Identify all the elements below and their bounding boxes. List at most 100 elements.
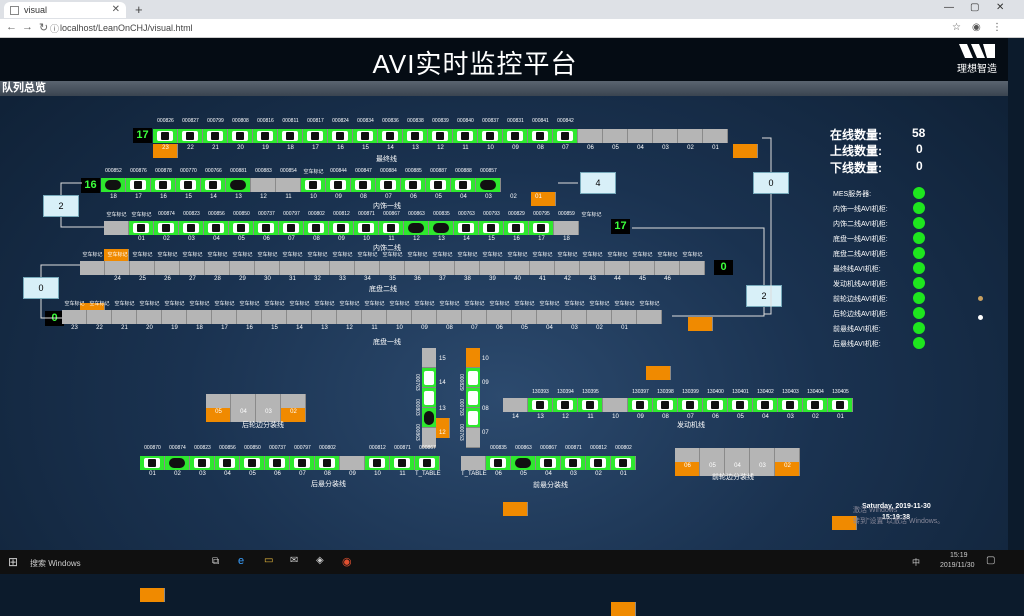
station-cell[interactable] [279,221,304,235]
menu-icon[interactable]: ⋮ [992,22,1002,33]
station-cell[interactable] [176,178,201,192]
station-cell[interactable] [630,261,655,275]
mail-icon[interactable]: ✉ [290,555,298,566]
station-cell[interactable] [562,310,587,324]
station-cell[interactable] [151,178,176,192]
station-cell[interactable] [605,261,630,275]
station-cell[interactable] [162,310,187,324]
station-cell[interactable] [101,178,126,192]
station-cell[interactable] [403,129,428,143]
station-cell[interactable] [466,388,480,408]
station-cell[interactable] [422,408,436,428]
station-cell[interactable] [304,221,329,235]
station-cell[interactable] [553,398,578,412]
station-cell[interactable] [451,178,476,192]
station-cell[interactable] [637,310,662,324]
station-cell[interactable] [255,261,280,275]
station-cell[interactable] [230,261,255,275]
forward-icon[interactable]: → [22,21,33,33]
station-cell[interactable] [229,221,254,235]
maximize-button[interactable]: ▢ [970,2,979,13]
station-cell[interactable] [504,221,529,235]
station-cell[interactable] [678,398,703,412]
station-cell[interactable] [179,221,204,235]
station-cell[interactable] [675,448,700,462]
station-cell[interactable] [265,456,290,470]
station-cell[interactable] [205,261,230,275]
station-cell[interactable] [253,129,278,143]
station-cell[interactable] [231,394,256,408]
station-cell[interactable] [586,456,611,470]
station-cell[interactable] [240,456,265,470]
explorer-icon[interactable]: ▭ [264,555,273,566]
station-cell[interactable] [303,129,328,143]
station-cell[interactable] [351,178,376,192]
station-cell[interactable] [153,129,178,143]
station-cell[interactable] [437,310,462,324]
station-cell[interactable] [203,129,228,143]
station-cell[interactable] [426,178,451,192]
station-cell[interactable] [212,310,237,324]
station-cell[interactable] [178,129,203,143]
station-cell[interactable] [378,129,403,143]
ime-indicator[interactable]: 中 [912,557,920,568]
station-cell[interactable] [130,261,155,275]
close-icon[interactable]: ✕ [112,2,120,18]
station-cell[interactable] [104,221,129,235]
station-cell[interactable] [256,394,281,408]
station-cell[interactable] [528,129,553,143]
station-cell[interactable] [376,178,401,192]
account-icon[interactable]: ◉ [972,22,981,33]
station-cell[interactable] [479,221,504,235]
station-cell[interactable] [290,456,315,470]
station-cell[interactable] [254,221,279,235]
station-cell[interactable] [728,398,753,412]
pager-dot-1[interactable] [978,296,983,301]
window-close-button[interactable]: ✕ [996,2,1004,13]
station-cell[interactable] [140,588,165,602]
station-cell[interactable] [404,221,429,235]
station-cell[interactable] [778,398,803,412]
station-cell[interactable] [554,221,579,235]
station-cell[interactable] [733,144,758,158]
station-cell[interactable] [611,602,636,616]
clock-date[interactable]: 2019/11/30 [940,562,975,569]
station-cell[interactable] [390,456,415,470]
info-icon[interactable]: ⓘ [50,22,59,35]
station-cell[interactable] [365,456,390,470]
address-bar[interactable]: localhost/LeanOnCHJ/visual.html [60,23,193,33]
station-cell[interactable] [678,129,703,143]
station-cell[interactable] [315,456,340,470]
station-cell[interactable] [537,310,562,324]
station-cell[interactable] [725,448,750,462]
station-cell[interactable] [337,310,362,324]
clock-time[interactable]: 15:19 [950,552,968,559]
station-cell[interactable] [603,129,628,143]
station-cell[interactable] [775,448,800,462]
station-cell[interactable] [561,456,586,470]
back-icon[interactable]: ← [6,21,17,33]
station-cell[interactable] [105,261,130,275]
station-cell[interactable] [187,310,212,324]
windows-start-icon[interactable]: ⊞ [8,555,18,569]
station-cell[interactable] [429,221,454,235]
station-cell[interactable] [428,129,453,143]
station-cell[interactable] [461,456,486,470]
notification-icon[interactable]: ▢ [986,555,995,566]
station-cell[interactable] [328,129,353,143]
station-cell[interactable] [611,456,636,470]
station-cell[interactable] [750,448,775,462]
station-cell[interactable] [486,456,511,470]
station-cell[interactable] [422,348,436,368]
station-cell[interactable] [476,178,501,192]
station-cell[interactable] [655,261,680,275]
station-cell[interactable] [529,221,554,235]
app-icon[interactable]: ◈ [316,555,324,566]
station-cell[interactable] [401,178,426,192]
station-cell[interactable] [278,129,303,143]
station-cell[interactable] [287,310,312,324]
station-cell[interactable] [326,178,351,192]
station-cell[interactable] [578,398,603,412]
minimize-button[interactable]: — [944,2,954,13]
station-cell[interactable] [480,261,505,275]
